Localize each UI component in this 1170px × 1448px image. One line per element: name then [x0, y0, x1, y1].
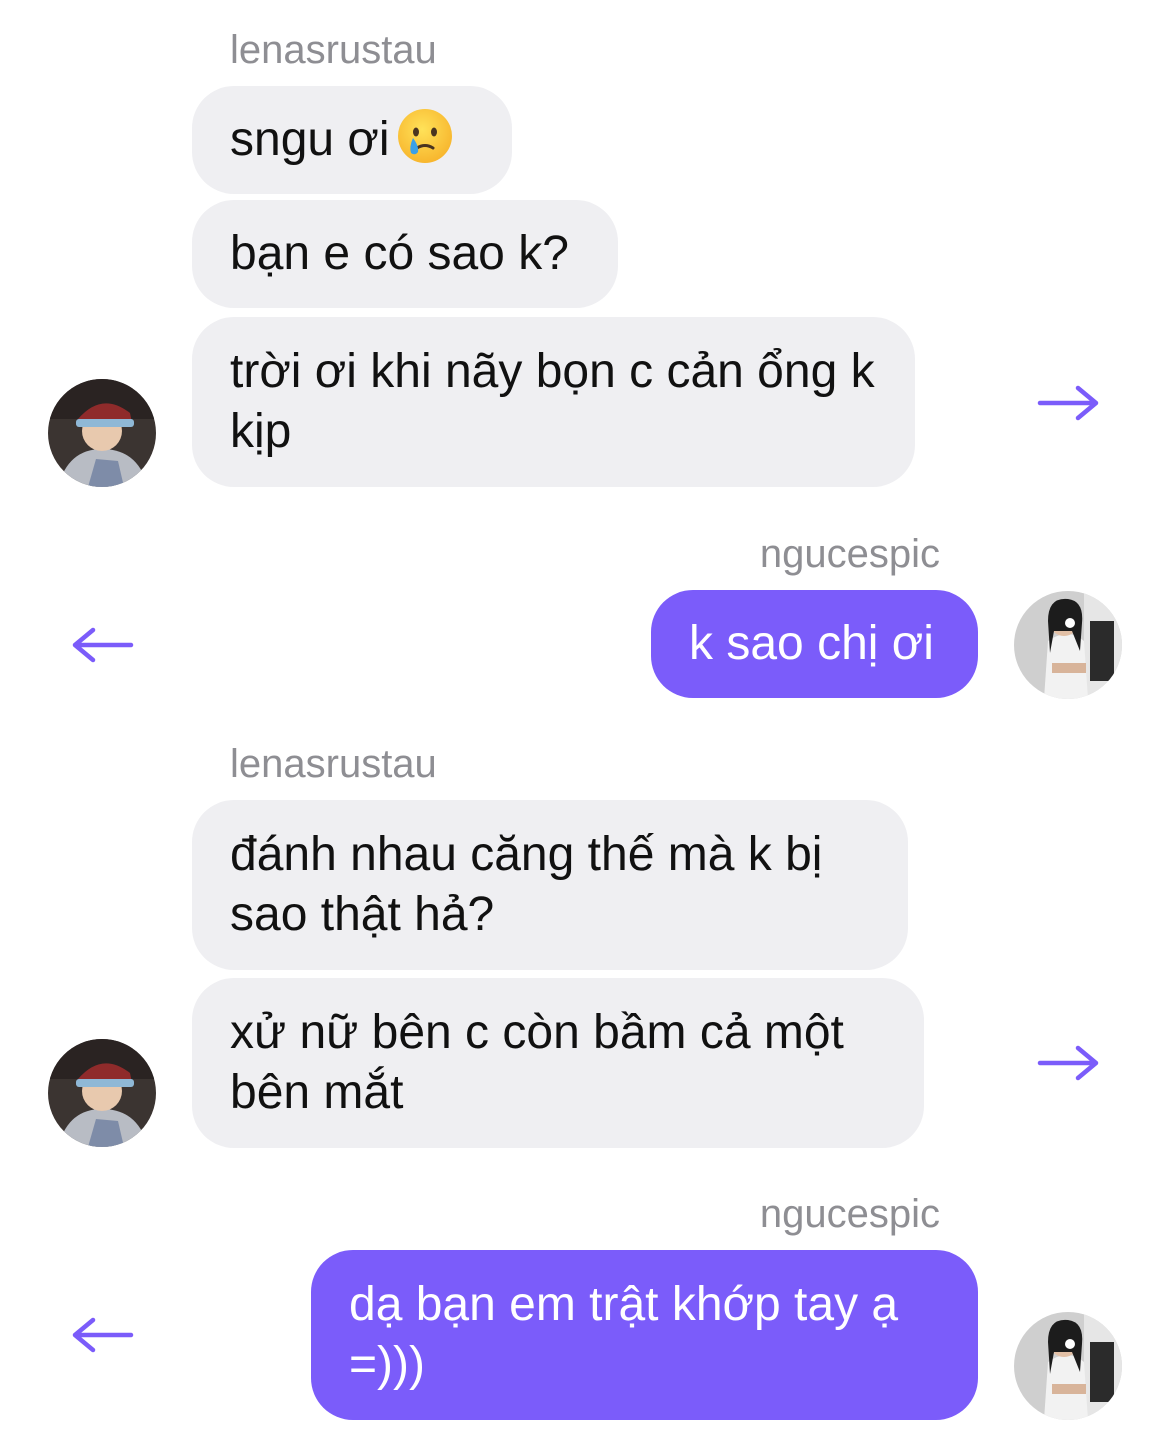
avatar-lenasrustau[interactable]	[48, 1039, 156, 1147]
message-bubble-incoming[interactable]: bạn e có sao k?	[192, 200, 618, 308]
arrow-left-icon[interactable]	[69, 625, 135, 665]
message-bubble-incoming[interactable]: trời ơi khi nãy bọn c cản ổng k kịp	[192, 317, 915, 487]
arrow-right-icon[interactable]	[1036, 383, 1102, 423]
sad-but-relieved-face-emoji	[397, 109, 452, 163]
avatar-ngucespic[interactable]	[1014, 1312, 1122, 1420]
message-text: bạn e có sao k?	[230, 227, 569, 280]
avatar-ngucespic[interactable]	[1014, 591, 1122, 699]
arrow-right-icon[interactable]	[1036, 1043, 1102, 1083]
message-text: trời ơi khi nãy bọn c cản ổng k kịp	[230, 345, 888, 458]
arrow-left-icon[interactable]	[69, 1315, 135, 1355]
sender-name-ngucespic: ngucespic	[759, 532, 940, 576]
message-bubble-outgoing[interactable]: dạ bạn em trật khớp tay ạ =)))	[311, 1250, 978, 1420]
sender-name-ngucespic: ngucespic	[759, 1192, 940, 1236]
message-text: dạ bạn em trật khớp tay ạ =)))	[349, 1278, 912, 1391]
sender-name-lenasrustau: lenasrustau	[230, 742, 437, 786]
message-bubble-incoming[interactable]: xử nữ bên c còn bầm cả một bên mắt	[192, 978, 924, 1148]
message-text: k sao chị ơi	[689, 617, 934, 670]
message-text: xử nữ bên c còn bầm cả một bên mắt	[230, 1006, 858, 1119]
message-bubble-incoming[interactable]: đánh nhau căng thế mà k bị sao thật hả?	[192, 800, 908, 970]
message-text: sngu ơi	[230, 113, 390, 166]
message-bubble-outgoing[interactable]: k sao chị ơi	[651, 590, 978, 698]
message-text: đánh nhau căng thế mà k bị sao thật hả?	[230, 828, 836, 941]
avatar-lenasrustau[interactable]	[48, 379, 156, 487]
sender-name-lenasrustau: lenasrustau	[230, 28, 437, 72]
message-bubble-incoming[interactable]: sngu ơi	[192, 86, 512, 194]
